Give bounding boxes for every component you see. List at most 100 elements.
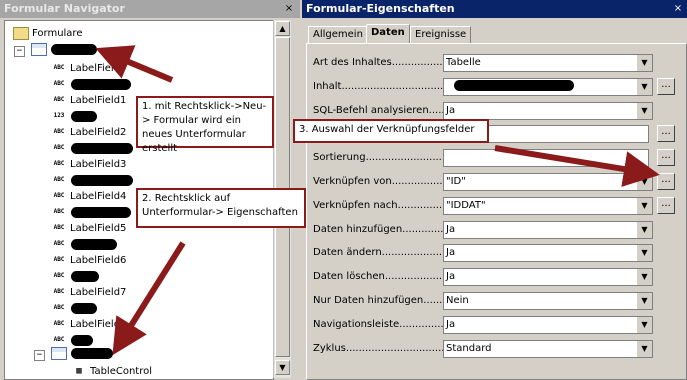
tree-item-label: LabelField4 <box>70 191 127 202</box>
scroll-up-icon[interactable]: ▲ <box>275 21 290 36</box>
property-dropdown[interactable]: "IDDAT" ▼ <box>443 196 653 215</box>
folder-icon <box>13 26 29 40</box>
text-field-icon: ABC <box>53 288 65 295</box>
text-field-icon: ABC <box>53 304 65 311</box>
property-label: Art des Inhaltes................. <box>313 57 446 68</box>
property-dropdown[interactable]: Ja ▼ <box>443 220 653 239</box>
tree-control-item[interactable]: ABC LabelField6 <box>51 252 127 268</box>
tree-control-item[interactable]: ABC <box>51 300 97 316</box>
chevron-down-icon[interactable]: ▼ <box>636 197 652 214</box>
property-input[interactable] <box>443 149 649 168</box>
chevron-down-icon[interactable]: ▼ <box>636 78 652 95</box>
property-value: Tabelle <box>446 57 481 68</box>
property-label: Daten hinzufügen.............. <box>313 223 447 235</box>
property-row: Sortierung.............................. <box>307 148 685 170</box>
property-dropdown[interactable]: "ID" ▼ <box>443 173 653 191</box>
property-dropdown[interactable]: Ja ▼ <box>443 315 653 334</box>
tree-item-label: LabelField <box>70 63 121 74</box>
tree-control-item[interactable]: ABC <box>51 268 99 284</box>
ellipsis-button[interactable]: ... <box>657 77 675 95</box>
chevron-down-icon[interactable]: ▼ <box>636 269 652 286</box>
tree-item-label: LabelField1 <box>70 95 127 106</box>
tree-control-item[interactable]: 123 <box>51 108 97 124</box>
chevron-down-icon[interactable]: ▼ <box>636 55 652 71</box>
property-dropdown[interactable]: ▼ <box>443 77 653 96</box>
property-dropdown[interactable]: Ja ▼ <box>443 244 653 263</box>
tree-tablecontrol-node[interactable]: ▦ TableControl <box>71 363 152 379</box>
tree-control-item[interactable]: ABC LabelField5 <box>51 220 127 236</box>
property-row: Zyklus............................... Sta… <box>307 339 685 361</box>
property-dropdown[interactable]: Ja ▼ <box>443 101 653 120</box>
property-label: Verknüpfen nach............... <box>313 199 446 211</box>
tab-allgemein[interactable]: Allgemein <box>308 26 368 43</box>
chevron-down-icon[interactable]: ▼ <box>636 293 652 309</box>
navigator-close-icon[interactable]: × <box>283 3 295 15</box>
property-label: Zyklus............................... <box>313 342 445 354</box>
tree-control-item[interactable]: ABC <box>51 236 117 252</box>
data-tab-panel: Art des Inhaltes................. Tabelle… <box>306 43 687 380</box>
redacted-name <box>454 80 574 92</box>
tab-daten[interactable]: Daten <box>366 24 410 44</box>
property-dropdown[interactable]: Ja ▼ <box>443 268 653 287</box>
scroll-down-icon[interactable]: ▼ <box>275 360 290 375</box>
tree-control-item[interactable]: ABC LabelField7 <box>51 284 127 300</box>
text-field-icon: ABC <box>53 64 65 71</box>
property-value: Ja <box>446 104 456 116</box>
property-label: SQL-Befehl analysieren..... <box>313 104 445 116</box>
tree-control-item[interactable]: ABC LabelField <box>51 60 120 76</box>
expand-toggle-icon[interactable]: − <box>14 46 25 57</box>
chevron-down-icon[interactable]: ▼ <box>636 174 652 190</box>
tree-form-node[interactable] <box>31 42 97 58</box>
redacted-name <box>71 238 117 250</box>
annotation-step-2: 2. Rechtsklick auf Unterformular-> Eigen… <box>136 188 306 228</box>
text-field-icon: ABC <box>53 272 65 279</box>
property-row: Inhalt................................. ▼… <box>307 77 685 99</box>
ellipsis-button[interactable]: ... <box>657 149 675 167</box>
ellipsis-button[interactable]: ... <box>657 173 675 190</box>
form-icon <box>31 42 47 56</box>
redacted-name <box>71 302 97 314</box>
property-dropdown[interactable]: Standard ▼ <box>443 339 653 358</box>
tree-root[interactable]: Formulare <box>13 26 82 42</box>
chevron-down-icon[interactable]: ▼ <box>636 316 652 333</box>
subform-expand-toggle-icon[interactable]: − <box>34 350 45 361</box>
tree-subform-node[interactable] <box>51 346 113 362</box>
tree-control-item[interactable]: ABC LabelField2 <box>51 124 127 140</box>
chevron-down-icon[interactable]: ▼ <box>636 245 652 262</box>
ellipsis-button[interactable]: ... <box>657 196 675 214</box>
tree-control-item[interactable]: ABC <box>51 76 131 92</box>
tree-control-item[interactable]: ABC LabelField4 <box>51 188 127 204</box>
tree-control-item[interactable]: ABC <box>51 172 133 188</box>
property-value: Ja <box>446 318 456 330</box>
property-value: Ja <box>446 223 456 235</box>
redacted-name <box>71 142 133 154</box>
tree-control-item[interactable]: ABC <box>51 204 131 220</box>
property-label: Nur Daten hinzufügen......... <box>313 295 452 306</box>
tab-ereignisse[interactable]: Ereignisse <box>410 26 472 43</box>
tree-control-item[interactable]: ABC <box>51 140 133 156</box>
property-dropdown[interactable]: Tabelle ▼ <box>443 54 653 72</box>
property-row: Daten hinzufügen.............. Ja ▼ <box>307 220 685 242</box>
tree-control-item[interactable]: ABC LabelField <box>51 316 120 332</box>
chevron-down-icon[interactable]: ▼ <box>636 340 652 357</box>
ellipsis-button[interactable]: ... <box>657 125 675 143</box>
tree-control-item[interactable]: ABC LabelField1 <box>51 92 127 108</box>
tree-root-label: Formulare <box>32 28 83 39</box>
tablecontrol-label: TableControl <box>90 366 153 377</box>
text-field-icon: ABC <box>53 240 65 247</box>
text-field-icon: ABC <box>53 320 65 327</box>
property-dropdown[interactable]: Nein ▼ <box>443 292 653 310</box>
tree-control-item[interactable]: ABC LabelField3 <box>51 156 127 172</box>
property-label: Navigationsleiste............... <box>313 318 447 330</box>
redacted-name <box>71 174 133 186</box>
property-row: Art des Inhaltes................. Tabelle… <box>307 53 685 75</box>
property-value: Nein <box>446 295 469 306</box>
text-field-icon: ABC <box>53 160 65 167</box>
chevron-down-icon[interactable]: ▼ <box>636 102 652 119</box>
tree-item-label: LabelField3 <box>70 159 127 170</box>
form-properties-window: Formular-Eigenschaften × Allgemein Daten… <box>302 0 687 380</box>
property-row: Verknüpfen von................ "ID" ▼... <box>307 172 685 194</box>
properties-close-icon[interactable]: × <box>672 3 684 15</box>
text-field-icon: ABC <box>53 224 65 231</box>
chevron-down-icon[interactable]: ▼ <box>636 221 652 238</box>
